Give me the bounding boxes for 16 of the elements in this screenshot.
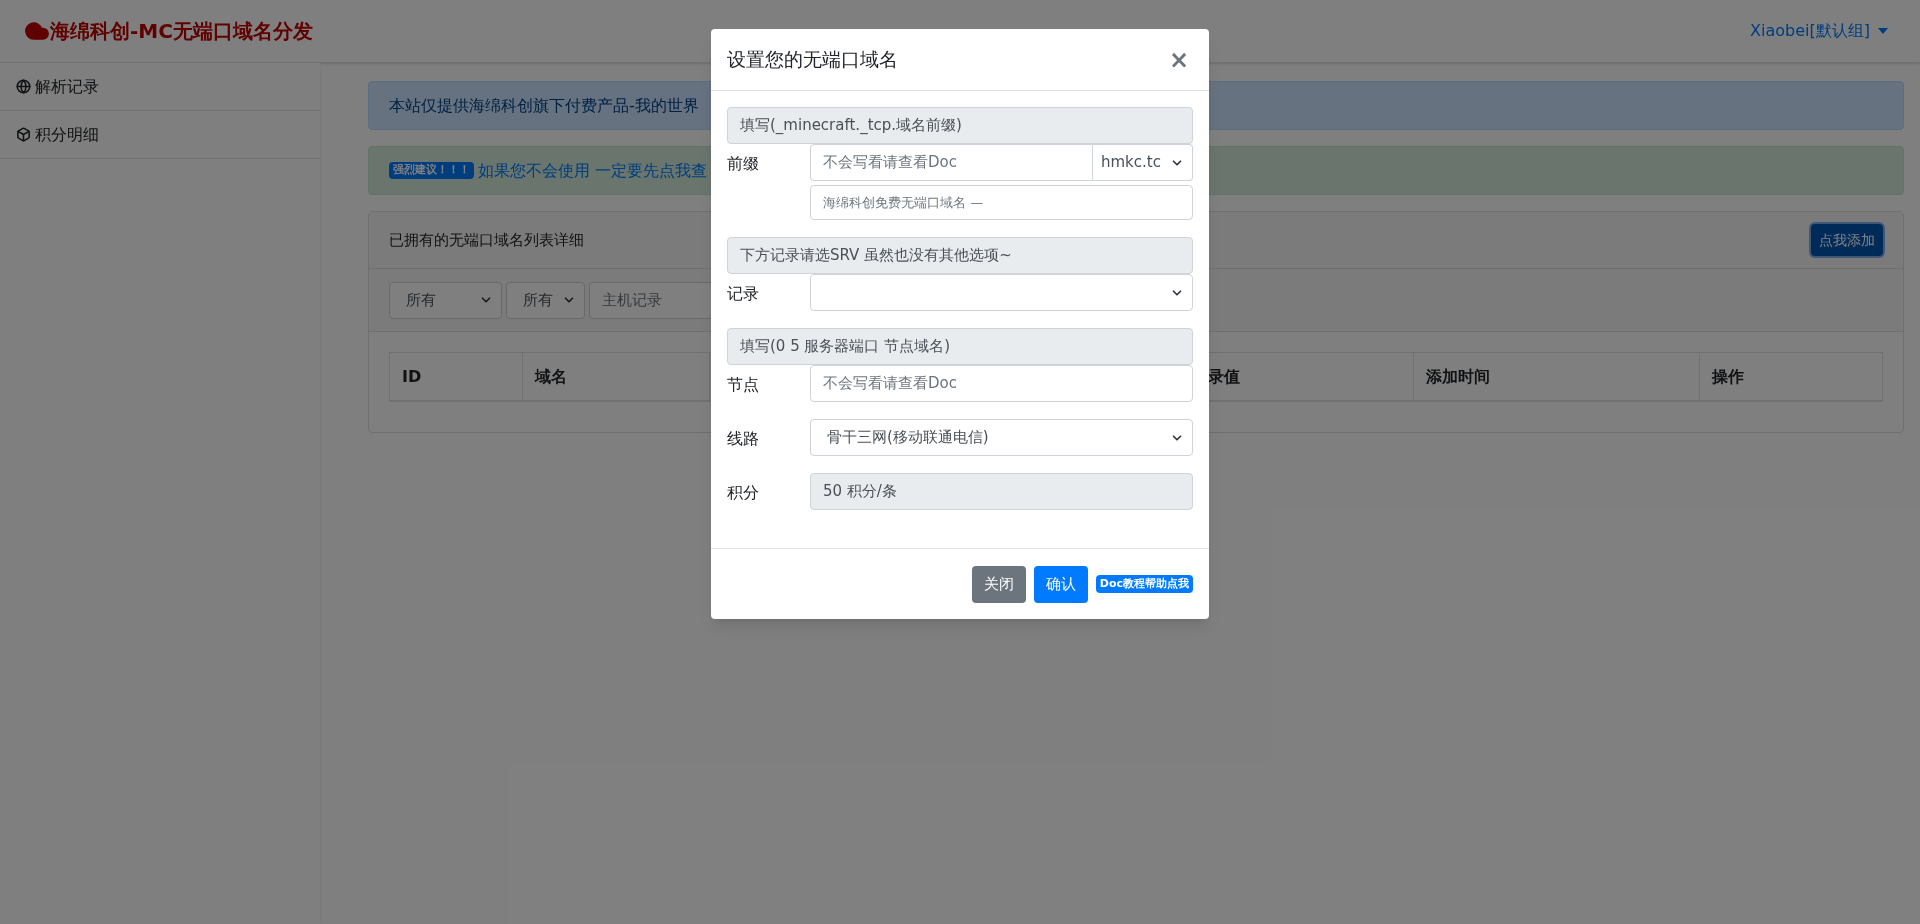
card-title: 已拥有的无端口域名列表详细 — [389, 229, 584, 251]
field-label: 节点 — [727, 374, 760, 396]
column-header: ID — [390, 353, 523, 400]
section-heading: 填写(0 5 服务器端口 节点域名) — [727, 328, 1193, 365]
column-header: 域名 — [523, 353, 710, 400]
field-label: 积分 — [727, 482, 760, 504]
field-label: 前缀 — [727, 153, 760, 175]
column-header: 操作 — [1710, 365, 1745, 388]
readonly-field: 50 积分/条 — [810, 473, 1193, 510]
modal-title: 设置您的无端口域名 — [727, 47, 898, 73]
section-heading: 下方记录请选SRV 虽然也没有其他选项~ — [727, 237, 1193, 274]
column-header: 添加时间 — [1414, 353, 1700, 400]
section-heading: 填写(_minecraft._tcp.域名前缀) — [727, 107, 1193, 144]
field-label: 记录 — [727, 283, 760, 305]
warning-badge: 强烈建议！！！ — [389, 162, 474, 179]
field-label: 线路 — [727, 428, 760, 450]
